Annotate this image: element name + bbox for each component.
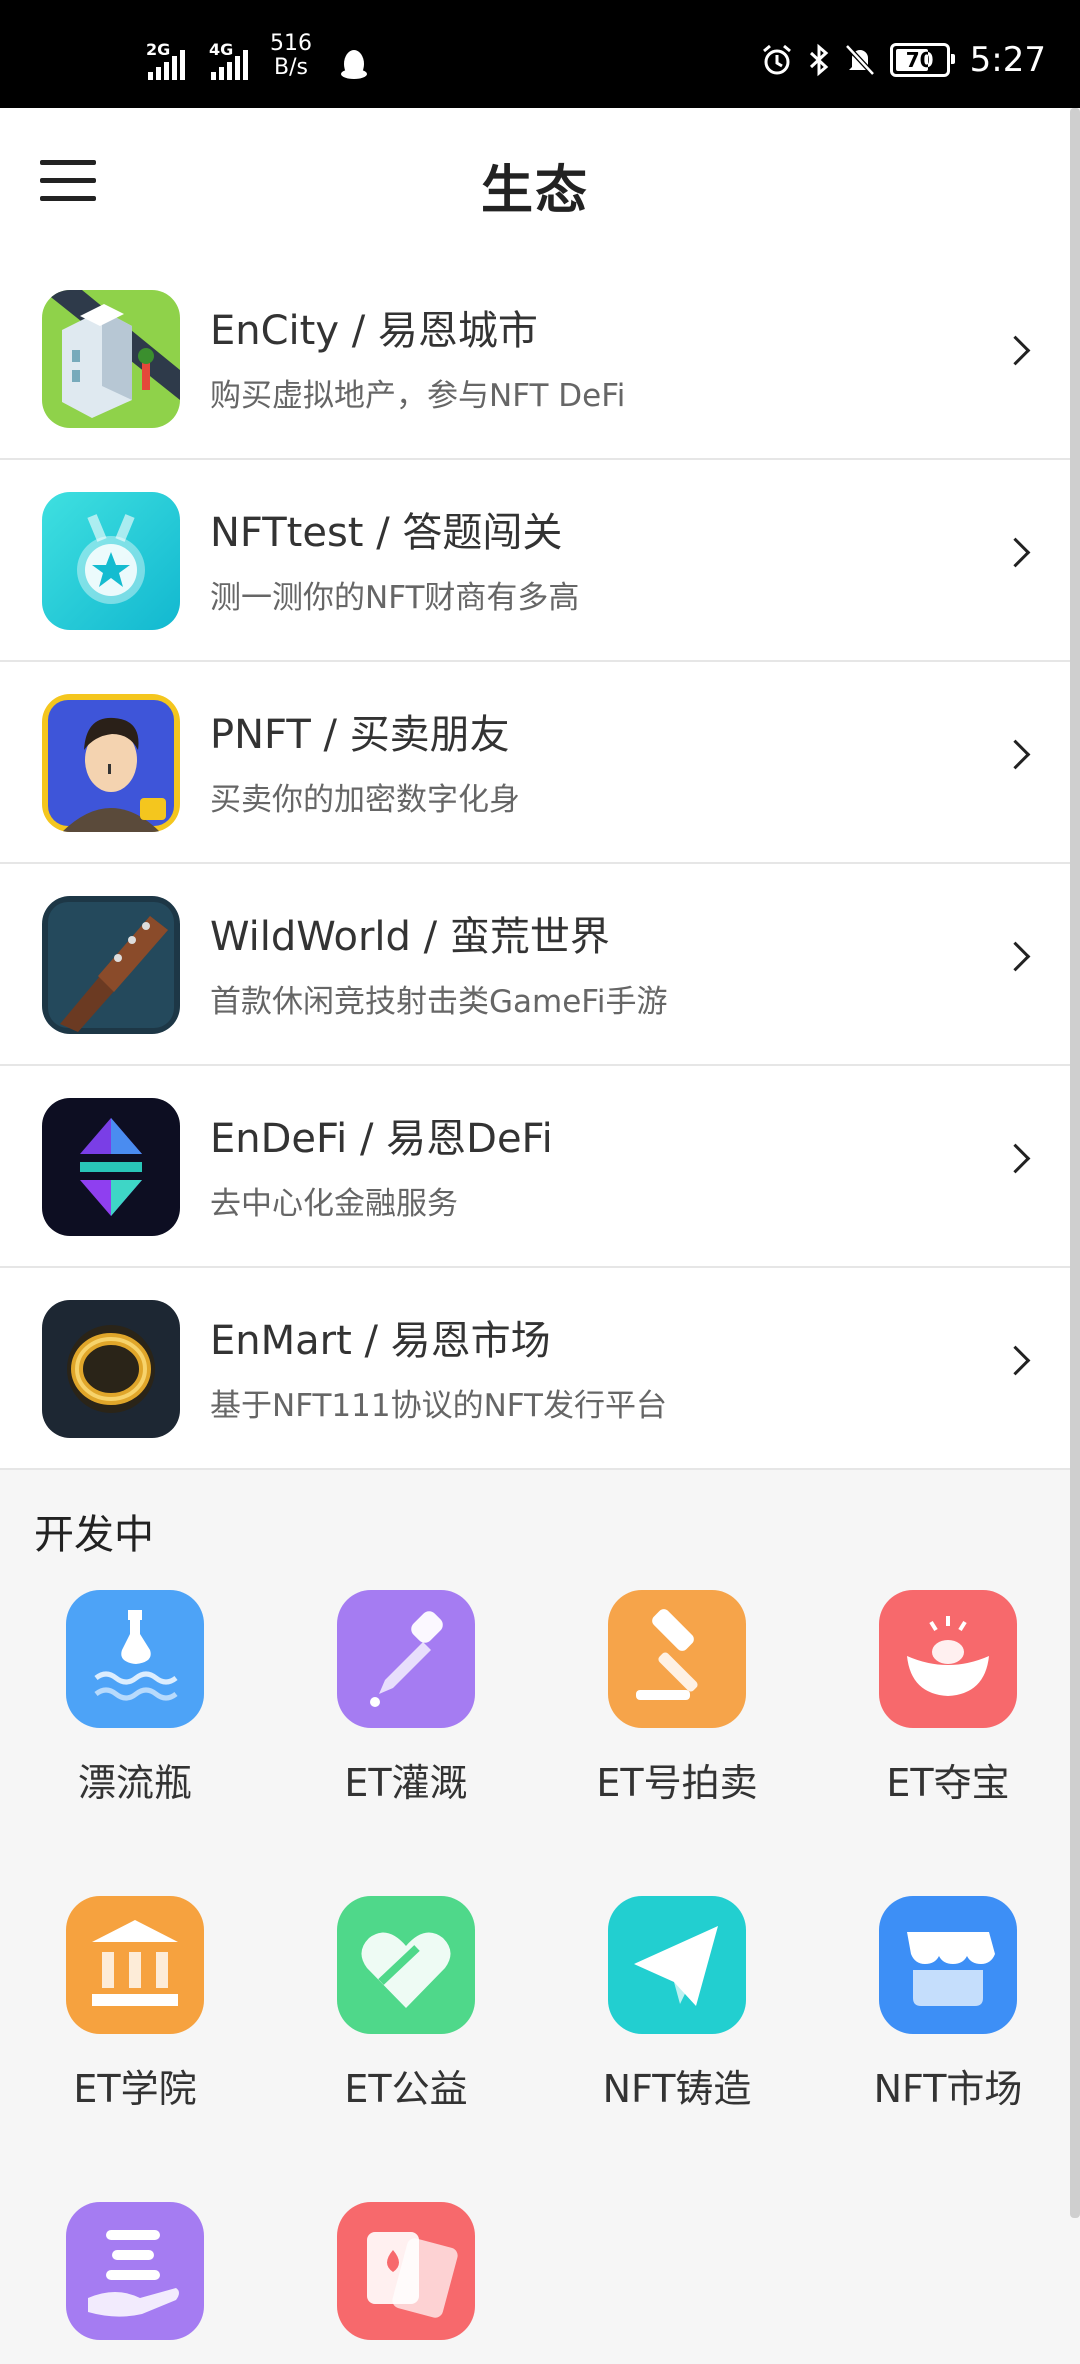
gold-ring-icon [42,1300,180,1438]
grid-item-label: ET学院 [73,2067,197,2111]
status-bar: 2G 4G 516 B/s 70 5:27 [0,0,1080,108]
chevron-right-icon [1000,335,1031,366]
list-item-endefi[interactable]: EnDeFi / 易恩DeFi 去中心化金融服务 [0,1066,1070,1268]
signal-4g-icon: 4G [209,40,248,80]
playing-cards-icon [337,2202,475,2340]
network-speed-value: 516 [270,31,312,56]
mute-bell-icon [844,44,875,76]
list-item-encity[interactable]: EnCity / 易恩城市 购买虚拟地产，参与NFT DeFi [0,258,1070,460]
network-speed: 516 B/s [270,32,312,80]
ecosystem-list: EnCity / 易恩城市 购买虚拟地产，参与NFT DeFi NFTtest … [0,258,1070,1470]
grid-item-label: ET号拍卖 [596,1761,758,1805]
academy-building-icon [66,1896,204,2034]
scrollbar[interactable] [1070,108,1080,2218]
item-subtitle: 买卖你的加密数字化身 [210,782,520,818]
chevron-right-icon [1000,941,1031,972]
item-title: EnMart / 易恩市场 [210,1318,551,1364]
item-subtitle: 去中心化金融服务 [210,1186,458,1222]
auction-hammer-icon [608,1590,746,1728]
grid-item-et-irrigation[interactable]: ET灌溉 [286,1590,526,1807]
list-item-wildworld[interactable]: WildWorld / 蛮荒世界 首款休闲竞技射击类GameFi手游 [0,864,1070,1066]
grid-item-label: NFT铸造 [602,2067,752,2111]
grid-item-nft-mint[interactable]: NFT铸造 [557,1896,797,2113]
battery-level: 70 [905,48,934,72]
signal-2g-icon: 2G [146,40,185,80]
list-item-enmart[interactable]: EnMart / 易恩市场 基于NFT111协议的NFT发行平台 [0,1268,1070,1470]
app-header: 生态 [0,108,1070,258]
grid-item-label: ET夺宝 [886,1761,1010,1805]
item-subtitle: 基于NFT111协议的NFT发行平台 [210,1388,667,1424]
chevron-right-icon [1000,739,1031,770]
chevron-right-icon [1000,1345,1031,1376]
item-title: PNFT / 买卖朋友 [210,712,510,758]
grid-item-et-treasure[interactable]: ET夺宝 [828,1590,1068,1807]
chevron-right-icon [1000,1143,1031,1174]
item-title: EnDeFi / 易恩DeFi [210,1116,553,1162]
shop-icon [879,1896,1017,2034]
bluetooth-icon [809,43,828,77]
paper-plane-icon [608,1896,746,2034]
section-title-developing: 开发中 [34,1512,154,1558]
list-item-nfttest[interactable]: NFTtest / 答题闯关 测一测你的NFT财商有多高 [0,460,1070,662]
grid-item-drift-bottle[interactable]: 漂流瓶 [15,1590,255,1807]
chevron-right-icon [1000,537,1031,568]
alarm-icon [762,44,791,75]
item-title: EnCity / 易恩城市 [210,308,538,354]
item-subtitle: 测一测你的NFT财商有多高 [210,580,580,616]
grid-item-label: 漂流瓶 [77,1761,192,1805]
item-subtitle: 首款休闲竞技射击类GameFi手游 [210,984,668,1020]
defi-logo-icon [42,1098,180,1236]
city-building-icon [42,290,180,428]
network-type-label: 2G [146,40,171,59]
grid-item-et-charity[interactable]: ET公益 [286,1896,526,2113]
charity-heart-icon [337,1896,475,2034]
avatar-portrait-icon [42,694,180,832]
battery-indicator: 70 [889,43,955,77]
clock: 5:27 [969,40,1046,80]
item-subtitle: 购买虚拟地产，参与NFT DeFi [210,378,626,414]
network-speed-unit: B/s [274,55,308,80]
grid-item-label: ET公益 [344,2067,468,2111]
grid-item-label: ET灌溉 [344,1761,468,1805]
treasure-ingot-icon [879,1590,1017,1728]
item-title: NFTtest / 答题闯关 [210,510,563,556]
grid-item-label: NFT市场 [873,2067,1023,2111]
medal-star-icon [42,492,180,630]
grid-item-nft-market[interactable]: NFT市场 [828,1896,1068,2113]
spiked-club-icon [42,896,180,1034]
grid-item-et-auction[interactable]: ET号拍卖 [557,1590,797,1807]
drift-bottle-icon [66,1590,204,1728]
qq-penguin-icon [341,50,367,79]
grid-item-et-academy[interactable]: ET学院 [15,1896,255,2113]
page-title: 生态 [480,161,589,221]
list-item-pnft[interactable]: PNFT / 买卖朋友 买卖你的加密数字化身 [0,662,1070,864]
item-title: WildWorld / 蛮荒世界 [210,914,610,960]
network-type-label: 4G [209,40,234,59]
hand-list-icon [66,2202,204,2340]
dropper-icon [337,1590,475,1728]
